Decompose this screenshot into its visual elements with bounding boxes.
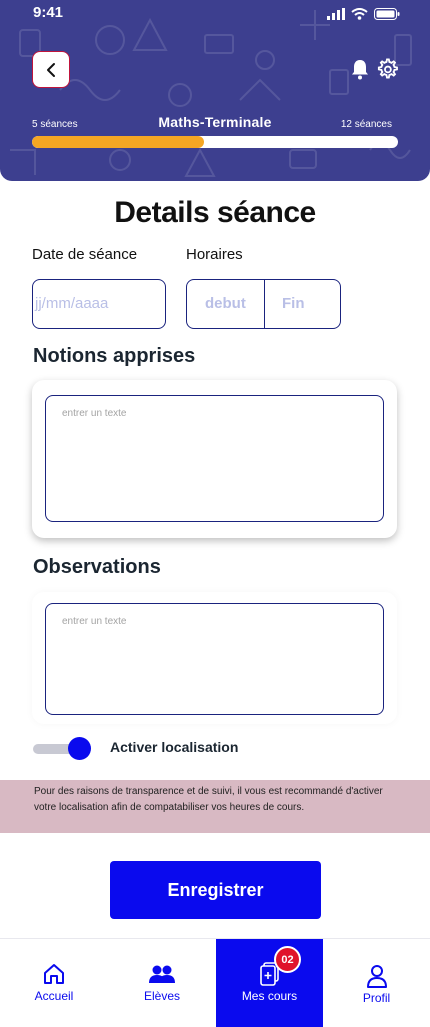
start-placeholder: debut	[205, 295, 246, 312]
course-progress-bar	[32, 136, 398, 148]
tab-mes-cours[interactable]: Mes cours 02	[216, 939, 323, 1027]
end-time-input[interactable]: Fin	[265, 280, 341, 328]
gear-icon[interactable]	[376, 58, 398, 80]
location-toggle-label: Activer localisation	[110, 739, 239, 755]
notions-card: entrer un texte	[32, 380, 397, 538]
location-toggle[interactable]	[33, 737, 91, 761]
end-placeholder: Fin	[282, 295, 305, 312]
toggle-knob	[68, 737, 91, 760]
battery-icon	[374, 8, 400, 20]
tab-label: Mes cours	[241, 989, 298, 1003]
start-time-input[interactable]: debut	[187, 280, 264, 328]
signal-icon	[327, 8, 345, 20]
tab-eleves[interactable]: Elèves	[108, 939, 216, 1027]
observations-placeholder: entrer un texte	[62, 616, 127, 627]
users-icon	[149, 965, 175, 983]
status-bar: 9:41	[0, 0, 430, 28]
status-icons	[327, 8, 400, 20]
observations-textarea[interactable]: entrer un texte	[45, 603, 384, 715]
observations-card: entrer un texte	[32, 592, 397, 724]
observations-title: Observations	[33, 556, 161, 578]
bottom-tab-bar: Accueil Elèves Mes cours 02 Profil	[0, 938, 430, 1027]
page-title: Details séance	[114, 196, 316, 229]
date-label: Date de séance	[32, 246, 138, 263]
date-placeholder: jj/mm/aaaa	[35, 295, 109, 312]
status-time: 9:41	[33, 4, 64, 21]
wifi-icon	[351, 8, 368, 20]
header: 9:41 5 séances Maths-Terminale 12 séance…	[0, 0, 430, 181]
bell-icon[interactable]	[350, 58, 370, 80]
back-button[interactable]	[32, 51, 70, 88]
notions-title: Notions apprises	[33, 345, 196, 367]
course-progress-labels: 5 séances Maths-Terminale 12 séances	[32, 114, 398, 132]
tab-profil[interactable]: Profil	[323, 939, 430, 1027]
home-icon	[44, 964, 64, 984]
tab-label: Elèves	[143, 989, 181, 1003]
chevron-left-icon	[47, 62, 55, 77]
course-progress-fill	[32, 136, 205, 148]
hours-label: Horaires	[186, 246, 243, 263]
tab-accueil[interactable]: Accueil	[0, 939, 108, 1027]
user-icon	[366, 965, 387, 988]
location-notice: Pour des raisons de transparence et de s…	[0, 780, 430, 833]
notification-badge: 02	[274, 946, 301, 973]
save-button[interactable]: Enregistrer	[110, 861, 321, 919]
tab-label: Profil	[362, 991, 391, 1005]
sessions-total: 12 séances	[340, 119, 392, 130]
notions-placeholder: entrer un texte	[62, 408, 127, 419]
date-input[interactable]: jj/mm/aaaa	[32, 279, 166, 329]
hours-input-group: debut Fin	[186, 279, 341, 329]
notions-textarea[interactable]: entrer un texte	[45, 395, 384, 522]
tab-label: Accueil	[34, 989, 74, 1003]
